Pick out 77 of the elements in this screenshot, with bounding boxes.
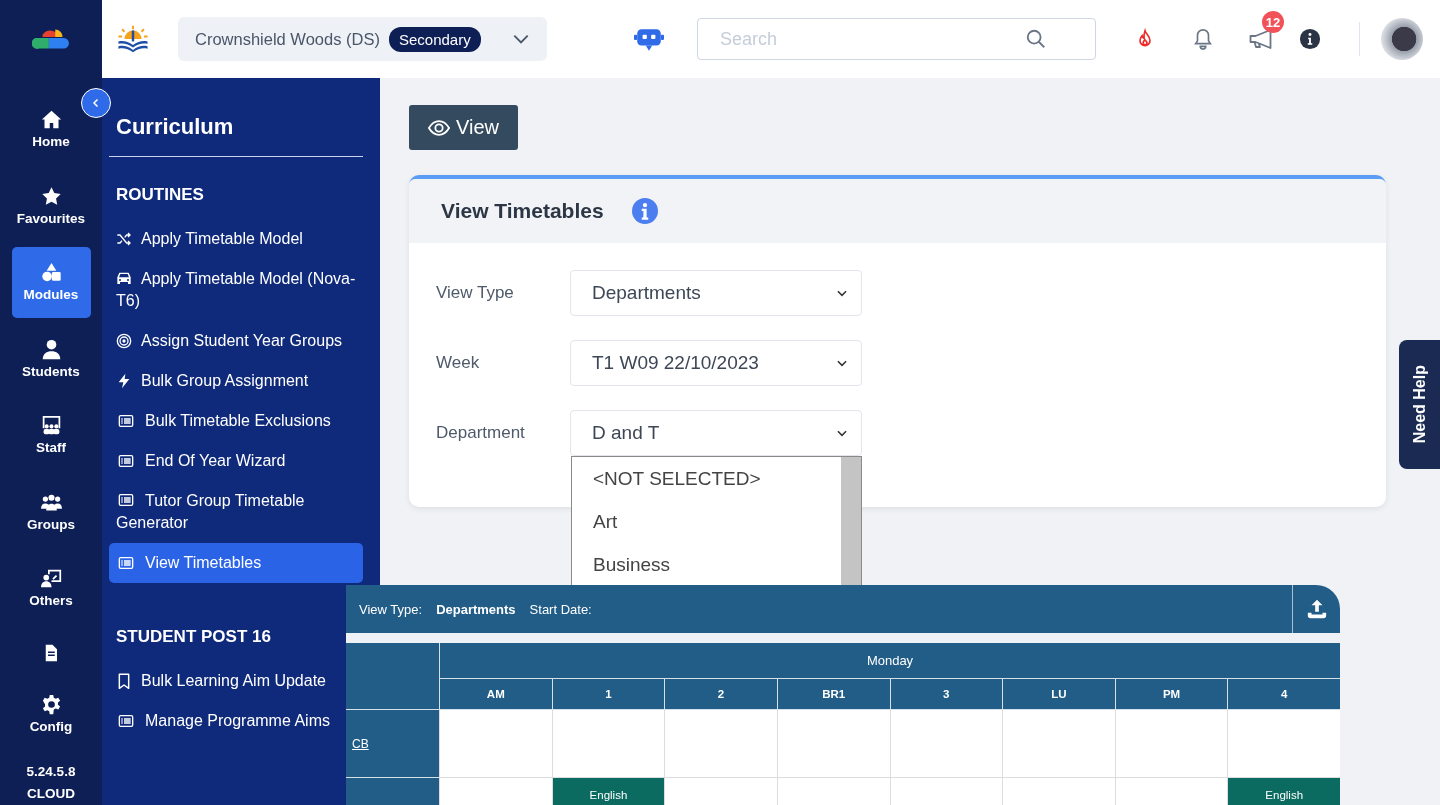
field-label: View Type bbox=[435, 283, 515, 303]
lightning-icon bbox=[116, 373, 132, 389]
rail-nav-item[interactable]: Modules bbox=[11, 246, 91, 318]
shuffle-icon bbox=[116, 231, 132, 247]
rail-nav-item[interactable]: Config bbox=[11, 678, 91, 750]
shapes-icon bbox=[40, 262, 62, 284]
period-header: 3 bbox=[889, 679, 1003, 710]
day-header: Monday bbox=[439, 643, 1340, 679]
rail-nav-item[interactable]: Home bbox=[11, 93, 91, 165]
lesson-cell[interactable]: English bbox=[551, 778, 665, 805]
list-icon bbox=[116, 413, 136, 429]
robot-chat-icon[interactable] bbox=[634, 26, 664, 52]
sidebar-menu-item[interactable]: Tutor Group Timetable Generator bbox=[109, 481, 363, 543]
scrollbar[interactable] bbox=[841, 457, 861, 586]
dropdown-select[interactable]: D and T bbox=[570, 410, 862, 456]
section-heading: ROUTINES bbox=[115, 184, 205, 206]
rail-nav-item[interactable]: Others bbox=[11, 552, 91, 624]
lesson-cell[interactable]: English bbox=[1227, 778, 1340, 805]
period-header: 1 bbox=[551, 679, 665, 710]
bookmark-icon bbox=[116, 673, 132, 689]
target-icon bbox=[116, 333, 132, 349]
sidebar-menu-item[interactable]: Bulk Learning Aim Update bbox=[109, 661, 333, 701]
info-label: Start Date: bbox=[529, 601, 592, 617]
home-icon bbox=[40, 109, 62, 131]
period-header: AM bbox=[439, 679, 552, 710]
list-icon bbox=[116, 492, 136, 508]
sidebar-menu-item[interactable]: Apply Timetable Model bbox=[109, 219, 310, 259]
gear-icon bbox=[40, 694, 62, 715]
dropdown-select[interactable]: Departments bbox=[570, 270, 862, 316]
card-title: View Timetables bbox=[441, 199, 604, 223]
rail-nav-item[interactable]: Staff bbox=[11, 399, 91, 471]
avatar[interactable] bbox=[1381, 18, 1423, 60]
edition-label: CLOUD bbox=[26, 785, 76, 803]
school-selector[interactable]: Crownshield Woods (DS) Secondary bbox=[178, 17, 547, 61]
notification-count-badge: 12 bbox=[1262, 11, 1284, 33]
rail-nav-item[interactable]: Favourites bbox=[11, 170, 91, 242]
dropdown-option[interactable]: Business bbox=[572, 543, 841, 586]
field-label: Week bbox=[435, 353, 481, 373]
info-label: View Type: bbox=[359, 601, 423, 617]
period-header: PM bbox=[1114, 679, 1228, 710]
row-link[interactable]: CB bbox=[352, 736, 369, 751]
bell-icon[interactable] bbox=[1192, 27, 1214, 51]
sidebar-menu-item[interactable]: Bulk Timetable Exclusions bbox=[109, 401, 338, 441]
presentation-icon bbox=[40, 415, 62, 437]
need-help-tab[interactable]: Need Help bbox=[1399, 340, 1440, 469]
phase-badge: Secondary bbox=[388, 26, 481, 52]
dropdown-option[interactable]: <NOT SELECTED> bbox=[572, 457, 841, 500]
period-header: BR1 bbox=[776, 679, 890, 710]
sidebar-menu-item[interactable]: View Timetables bbox=[109, 543, 363, 583]
sidebar-menu-item[interactable]: Apply Timetable Model (Nova-T6) bbox=[109, 259, 363, 321]
list-icon bbox=[116, 555, 136, 571]
sidebar-menu-item[interactable]: Bulk Group Assignment bbox=[109, 361, 316, 401]
presenter-board-icon bbox=[40, 568, 62, 590]
rail-nav-item[interactable]: Students bbox=[11, 323, 91, 395]
search-icon bbox=[1025, 28, 1047, 50]
period-header: 2 bbox=[664, 679, 777, 710]
period-header: 4 bbox=[1227, 679, 1340, 710]
dropdown-option[interactable]: Art bbox=[572, 500, 841, 543]
version-label: 5.24.5.8 bbox=[26, 763, 76, 781]
person-icon bbox=[40, 338, 62, 360]
sidebar-menu-item[interactable]: Manage Programme Aims bbox=[109, 701, 337, 741]
rail-nav-item[interactable]: Groups bbox=[11, 476, 91, 548]
star-icon bbox=[40, 185, 62, 207]
sidebar-menu-item[interactable]: End Of Year Wizard bbox=[109, 441, 293, 481]
dropdown-select[interactable]: T1 W09 22/10/2023 bbox=[570, 340, 862, 386]
list-icon bbox=[116, 713, 136, 729]
list-icon bbox=[116, 453, 136, 469]
view-button[interactable]: View bbox=[409, 105, 518, 150]
info-value: Departments bbox=[436, 601, 516, 617]
search-field[interactable]: Search bbox=[697, 18, 1096, 60]
period-header: LU bbox=[1002, 679, 1115, 710]
car-icon bbox=[116, 270, 132, 286]
sidebar-menu-item[interactable]: Assign Student Year Groups bbox=[109, 321, 350, 361]
sidebar-title: Curriculum bbox=[109, 78, 363, 157]
upload-icon bbox=[1305, 598, 1328, 620]
field-label: Department bbox=[435, 423, 526, 443]
info-icon[interactable] bbox=[1299, 28, 1321, 50]
